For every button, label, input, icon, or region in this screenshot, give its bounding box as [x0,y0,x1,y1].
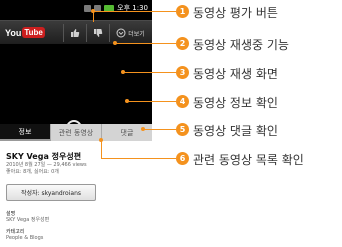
annotation-text-5: 동영상 댓글 확인 [193,124,278,138]
logo-tube-text: Tube [22,27,45,38]
tab-comments[interactable]: 댓글 [102,124,152,141]
phone-screen: 오후 1:30 You Tube 더보기 정보 관련 동영상 댓글 SKY Ve… [0,0,152,247]
author-button[interactable]: 작성자: skyandroians [6,184,96,201]
annotation-text-6: 관련 동영상 목록 확인 [193,153,304,167]
category-value: People & Blogs [6,235,44,241]
annotation-number-6: 6 [176,152,189,165]
annotation-number-5: 5 [176,123,189,136]
tab-bar: 정보 관련 동영상 댓글 [0,124,152,141]
annotation-text-1: 동영상 평가 버튼 [193,6,278,20]
status-bar: 오후 1:30 [0,0,152,16]
video-date-views: 2010년 8월 27일 — 29,466 views [6,162,87,168]
description-label: 설명 [6,211,16,217]
logo-you-text: You [5,27,22,38]
annotation-text-2: 동영상 재생중 기능 [193,38,289,52]
annotation-text-3: 동영상 재생 화면 [193,67,278,81]
video-likes: 좋아요: 8개, 싫어요: 0개 [6,169,59,175]
callout-line [101,140,102,158]
callout-line [127,101,176,102]
thumbs-up-icon [71,29,80,37]
callout-line [93,11,176,12]
video-player[interactable] [0,44,152,136]
like-button[interactable] [66,24,84,42]
toolbar-divider [86,24,87,42]
callout-line [143,129,176,130]
toolbar-divider [109,24,110,42]
callout-line [123,72,176,73]
toolbar-divider [63,24,64,42]
annotation-number-2: 2 [176,37,189,50]
tab-related-videos[interactable]: 관련 동영상 [51,124,102,141]
annotation-number-4: 4 [176,95,189,108]
annotation-number-3: 3 [176,66,189,79]
tab-info[interactable]: 정보 [0,124,51,141]
callout-line [93,11,94,22]
annotation-text-4: 동영상 정보 확인 [193,96,278,110]
thumbs-down-icon [94,29,103,37]
more-button[interactable]: 더보기 [111,24,150,42]
chevron-down-circle-icon [116,28,126,38]
description-value: SKY Vega 정우성편 [6,217,50,223]
youtube-toolbar: You Tube 더보기 [0,20,152,44]
video-info-panel: SKY Vega 정우성편 2010년 8월 27일 — 29,466 view… [0,141,152,247]
category-label: 카테고리 [6,229,25,235]
youtube-logo: You Tube [5,26,45,39]
more-label: 더보기 [128,30,145,38]
callout-line [101,158,176,159]
callout-line [115,43,176,44]
dislike-button[interactable] [89,24,107,42]
annotation-number-1: 1 [176,5,189,18]
video-title: SKY Vega 정우성편 [6,152,82,161]
